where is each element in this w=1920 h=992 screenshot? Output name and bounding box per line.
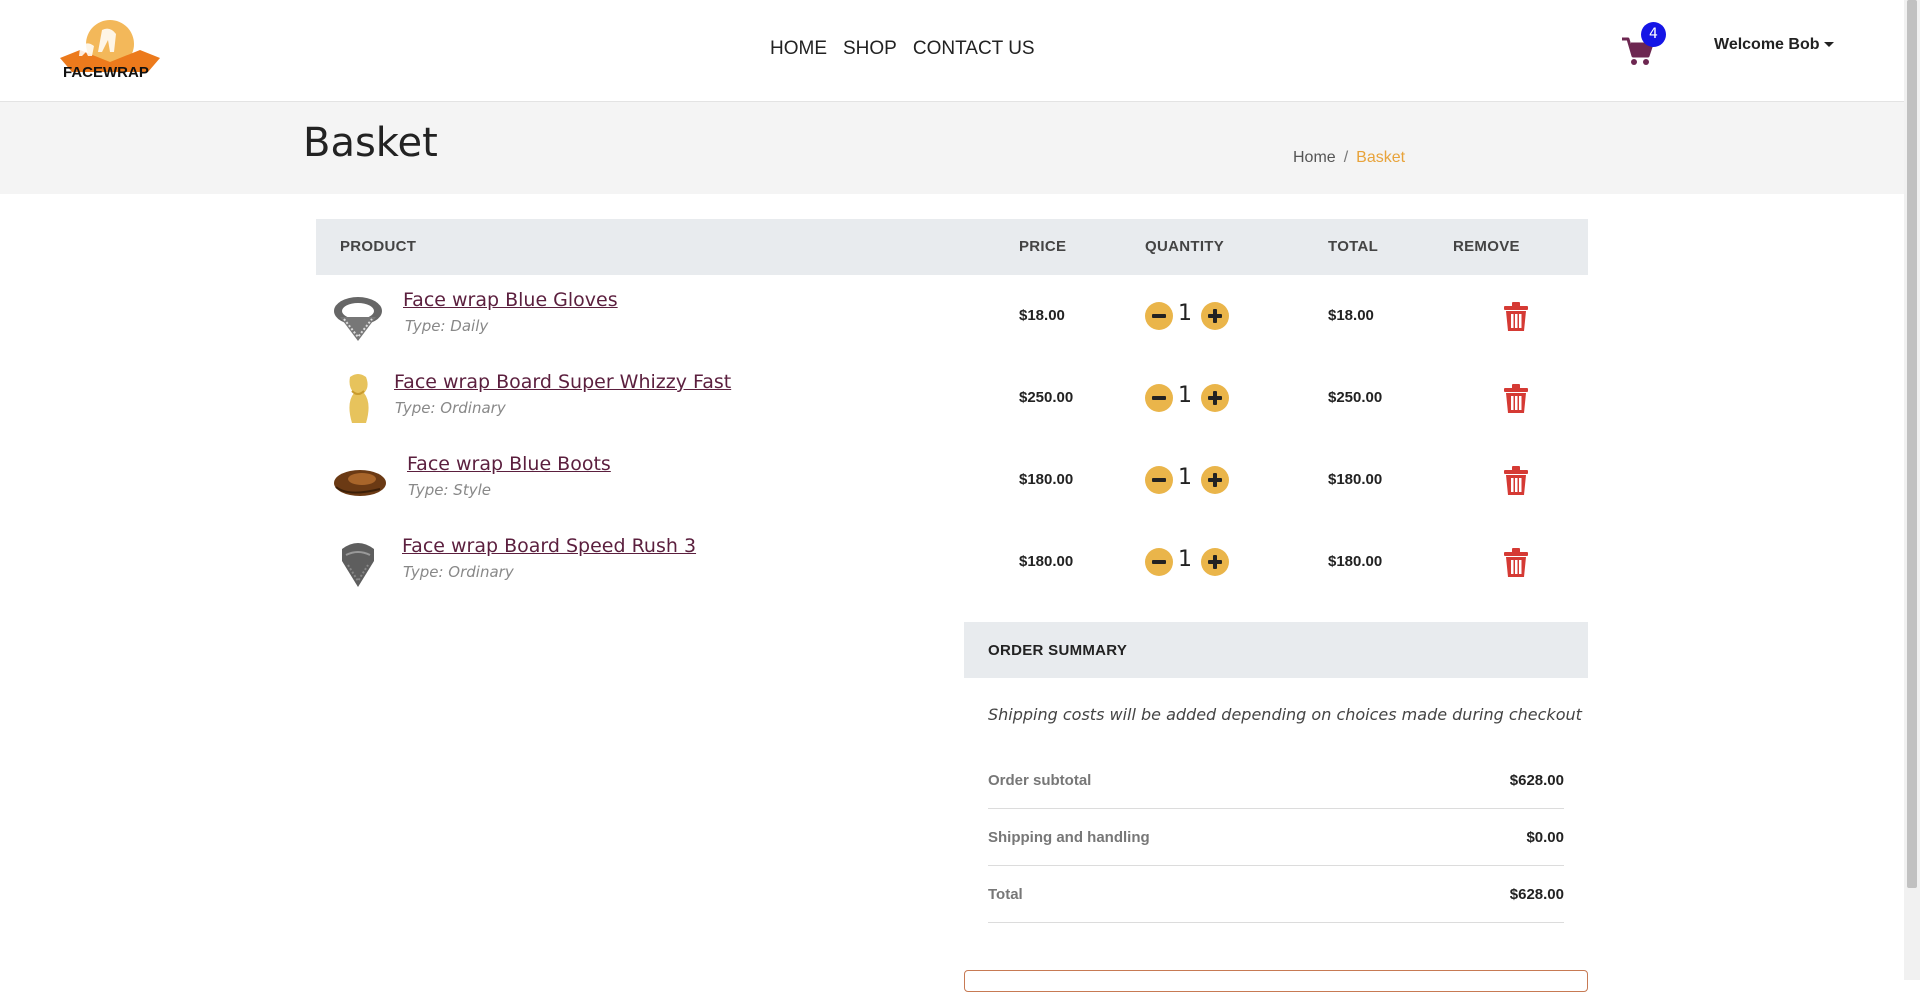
decrease-quantity-button[interactable]: [1145, 466, 1173, 494]
header-total: TOTAL: [1328, 238, 1379, 255]
summary-value: $0.00: [1526, 829, 1564, 846]
scrollbar-thumb[interactable]: [1907, 0, 1917, 888]
product-price: $180.00: [1019, 471, 1074, 488]
breadcrumb: Home / Basket: [1293, 149, 1405, 167]
decrease-quantity-button[interactable]: [1145, 302, 1173, 330]
quantity-value: 1: [1178, 383, 1192, 408]
page-title: Basket: [303, 120, 438, 166]
header-remove: REMOVE: [1453, 238, 1520, 255]
product-price: $180.00: [1019, 553, 1074, 570]
increase-quantity-button[interactable]: [1201, 548, 1229, 576]
decrease-quantity-button[interactable]: [1145, 384, 1173, 412]
brown-wrap-image[interactable]: [330, 453, 386, 509]
line-total: $18.00: [1328, 307, 1374, 324]
increase-quantity-button[interactable]: [1201, 302, 1229, 330]
table-row: Face wrap Board Speed Rush 3 Type: Ordin…: [316, 521, 1588, 603]
summary-value: $628.00: [1509, 886, 1564, 903]
checkout-panel-edge: [964, 970, 1588, 992]
quantity-value: 1: [1178, 465, 1192, 490]
product-name-link[interactable]: Face wrap Board Super Whizzy Fast: [394, 371, 731, 393]
product-price: $18.00: [1019, 307, 1065, 324]
product-type: Type: Ordinary: [395, 399, 506, 417]
quantity-value: 1: [1178, 301, 1192, 326]
order-summary-header: ORDER SUMMARY: [964, 622, 1588, 678]
product-type: Type: Daily: [405, 317, 489, 335]
increase-quantity-button[interactable]: [1201, 466, 1229, 494]
breadcrumb-home[interactable]: Home: [1293, 149, 1336, 166]
product-name-link[interactable]: Face wrap Blue Gloves: [403, 289, 618, 311]
summary-row-shipping: Shipping and handling $0.00: [988, 809, 1564, 866]
nav-contact-us[interactable]: CONTACT US: [913, 38, 1035, 60]
increase-quantity-button[interactable]: [1201, 384, 1229, 412]
page-title-bar: [0, 102, 1904, 194]
basket-table-header: PRODUCT PRICE QUANTITY TOTAL REMOVE: [316, 219, 1588, 275]
breadcrumb-separator: /: [1343, 149, 1349, 166]
nav-home[interactable]: HOME: [770, 38, 827, 60]
breadcrumb-current: Basket: [1356, 149, 1406, 166]
facewrap-logo[interactable]: FACEWRAP: [58, 18, 162, 86]
page-scrollbar[interactable]: [1904, 0, 1920, 980]
summary-label: Total: [988, 886, 1023, 903]
line-total: $180.00: [1328, 471, 1383, 488]
checkered-scarf-image[interactable]: [330, 289, 386, 345]
nav-shop[interactable]: SHOP: [843, 38, 897, 60]
welcome-label: Welcome Bob: [1714, 36, 1820, 53]
table-row: Face wrap Blue Boots Type: Style $180.00…: [316, 439, 1588, 521]
product-type: Type: Ordinary: [403, 563, 514, 581]
table-row: Face wrap Board Super Whizzy Fast Type: …: [316, 357, 1588, 439]
trash-icon[interactable]: [1503, 548, 1529, 578]
trash-icon[interactable]: [1503, 302, 1529, 332]
product-name-link[interactable]: Face wrap Blue Boots: [407, 453, 611, 475]
yellow-wrap-image[interactable]: [330, 371, 386, 427]
grey-scarf-image[interactable]: [330, 535, 386, 591]
cart-count-badge: 4: [1641, 22, 1666, 47]
logo-text: FACEWRAP: [63, 64, 149, 81]
summary-row-total: Total $628.00: [988, 866, 1564, 923]
summary-value: $628.00: [1509, 772, 1564, 789]
header-price: PRICE: [1019, 238, 1067, 255]
line-total: $250.00: [1328, 389, 1383, 406]
line-total: $180.00: [1328, 553, 1383, 570]
product-type: Type: Style: [408, 481, 491, 499]
trash-icon[interactable]: [1503, 466, 1529, 496]
table-row: Face wrap Blue Gloves Type: Daily $18.00…: [316, 275, 1588, 357]
caret-down-icon: [1823, 42, 1834, 48]
quantity-value: 1: [1178, 547, 1192, 572]
header-product: PRODUCT: [340, 238, 417, 255]
summary-label: Order subtotal: [988, 772, 1092, 789]
summary-label: Shipping and handling: [988, 829, 1150, 846]
site-header: FACEWRAP HOME SHOP CONTACT US 4 Welcome …: [0, 0, 1904, 102]
trash-icon[interactable]: [1503, 384, 1529, 414]
product-price: $250.00: [1019, 389, 1074, 406]
main-nav: HOME SHOP CONTACT US: [770, 38, 1035, 60]
order-summary-title: ORDER SUMMARY: [988, 642, 1128, 659]
user-menu-dropdown[interactable]: Welcome Bob: [1714, 36, 1834, 54]
summary-row-subtotal: Order subtotal $628.00: [988, 752, 1564, 809]
header-quantity: QUANTITY: [1145, 238, 1225, 255]
decrease-quantity-button[interactable]: [1145, 548, 1173, 576]
shipping-note: Shipping costs will be added depending o…: [988, 705, 1582, 724]
product-name-link[interactable]: Face wrap Board Speed Rush 3: [402, 535, 696, 557]
